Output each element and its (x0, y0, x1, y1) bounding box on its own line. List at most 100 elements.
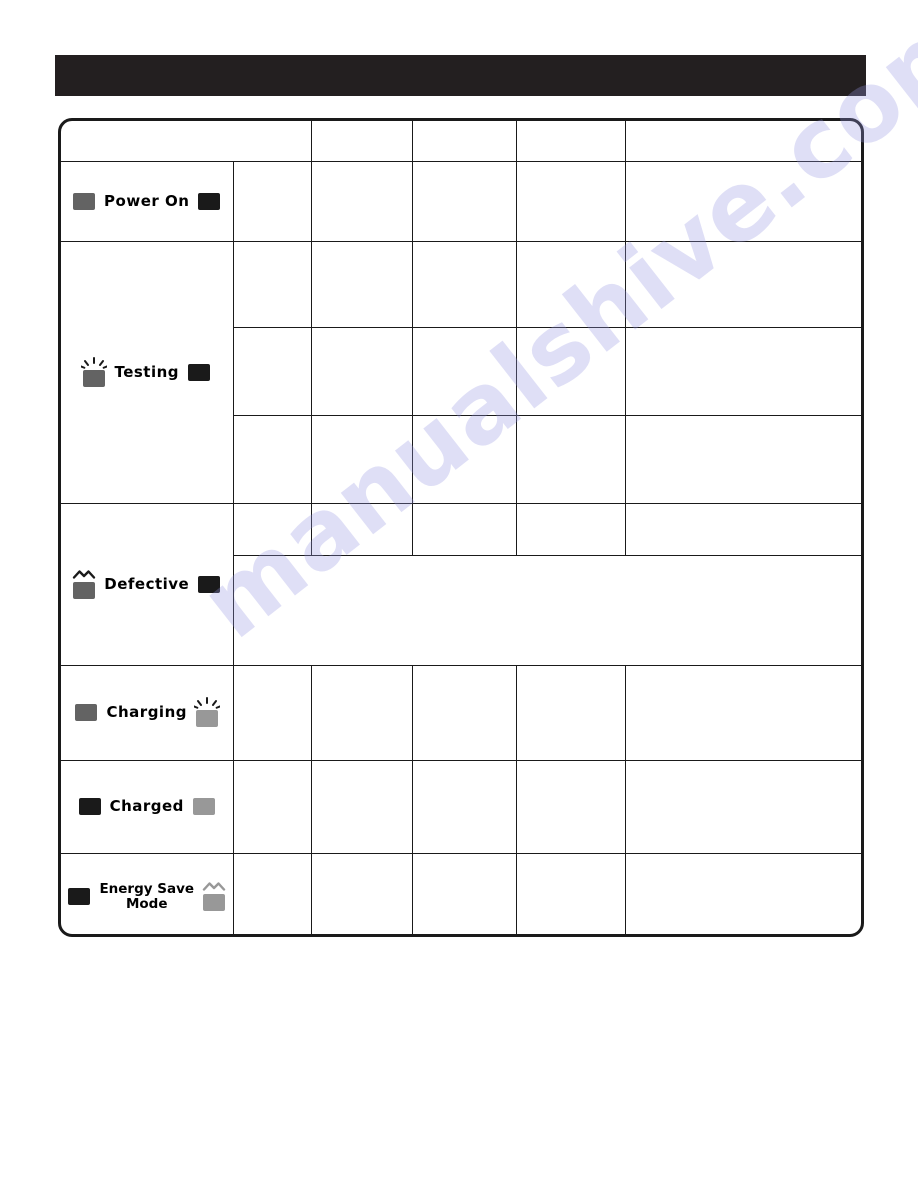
table-cell (515, 240, 626, 328)
led-chip-icon (73, 581, 96, 599)
table-cell (624, 160, 862, 242)
table-cell-text (234, 280, 311, 288)
column-header-4 (515, 121, 626, 162)
table-row: Charging (61, 664, 862, 761)
table-cell (411, 759, 517, 854)
led-right-defective (198, 575, 221, 593)
column-header-2-text (312, 137, 412, 145)
led-right-charging (194, 697, 220, 727)
table-cell (411, 664, 517, 761)
table-cell-text (234, 606, 862, 614)
table-cell-text (234, 367, 311, 375)
table-cell-text (413, 709, 516, 717)
table-cell (515, 759, 626, 854)
table-cell-text (517, 525, 625, 533)
status-label-charged: Charged (61, 759, 234, 854)
table-cell-text (413, 525, 516, 533)
slow-blink-wave-icon (201, 881, 227, 893)
led-right-charged (192, 798, 215, 815)
table-row: Defective (61, 502, 862, 666)
slow-blink-wave-icon (71, 569, 97, 581)
flash-rays-icon (81, 356, 108, 369)
table-cell (411, 240, 517, 328)
table-cell-text (312, 455, 412, 463)
table-row: Power On (61, 160, 862, 242)
table-cell-text (234, 893, 311, 901)
table-cell (232, 502, 312, 556)
table-cell-text (312, 893, 412, 901)
table-cell-text (626, 280, 862, 288)
table-cell (515, 414, 626, 504)
page-header-bar (55, 55, 866, 96)
column-header-status (61, 121, 312, 162)
table-cell-text (312, 280, 412, 288)
column-header-2 (310, 121, 413, 162)
led-indicator-group-power-on: Power On (61, 192, 233, 210)
table-cell-text (517, 803, 625, 811)
led-chip-icon (78, 798, 101, 815)
table-cell-text (626, 367, 862, 375)
table-cell-text (413, 197, 516, 205)
led-chip-icon (73, 192, 96, 210)
led-right-testing (188, 363, 211, 381)
status-label-charging: Charging (61, 664, 234, 761)
led-indicator-group-energy-save-mode: Energy Save Mode (61, 881, 233, 912)
table-cell (624, 240, 862, 328)
table-cell-text (413, 455, 516, 463)
table-cell (515, 326, 626, 416)
table-cell-text (517, 709, 625, 717)
table-cell-text (413, 280, 516, 288)
table-cell-text (234, 197, 311, 205)
table-row: Energy Save Mode (61, 852, 862, 934)
table-cell (232, 160, 312, 242)
table-cell (310, 852, 413, 934)
led-left-charged (78, 798, 101, 815)
table-cell (624, 502, 862, 556)
status-label-energy-save-mode: Energy Save Mode (61, 852, 234, 934)
table-cell-text (312, 197, 412, 205)
led-chip-icon (196, 710, 218, 727)
led-indicator-group-charged: Charged (61, 798, 233, 815)
table-cell-text (517, 280, 625, 288)
table-cell (310, 160, 413, 242)
table-cell (233, 414, 312, 504)
table-cell-text (626, 455, 862, 463)
table-cell (310, 414, 413, 504)
table-cell (310, 502, 413, 556)
table-cell (411, 160, 517, 242)
table-cell (310, 240, 413, 328)
table-cell-text (312, 525, 412, 533)
table-cell (233, 326, 312, 416)
table-cell-text (626, 525, 862, 533)
table-cell (310, 759, 413, 854)
flash-rays-icon (194, 697, 220, 709)
led-left-power-on (73, 192, 96, 210)
column-header-status-text (61, 137, 311, 145)
table-cell (515, 160, 626, 242)
table-cell (310, 326, 413, 416)
table-cell-text (626, 709, 862, 717)
table-cell-text (517, 893, 625, 901)
table-cell (624, 326, 862, 416)
led-chip-icon (192, 798, 215, 815)
led-left-energy-save-mode (68, 888, 91, 906)
status-label-power-on: Power On (61, 160, 234, 242)
table-row: Charged (61, 759, 861, 854)
led-indicator-group-testing: Testing (61, 356, 233, 387)
led-left-testing (81, 356, 108, 387)
status-label-testing: Testing (61, 240, 234, 504)
table-cell-text (626, 893, 862, 901)
table-cell-text (626, 197, 862, 205)
column-header-3-text (413, 137, 516, 145)
table-cell-text (413, 803, 516, 811)
table-cell-text (312, 709, 412, 717)
table-cell (411, 414, 517, 504)
table-cell-text (234, 455, 311, 463)
table-cell-text (517, 455, 625, 463)
led-chip-icon (188, 363, 211, 381)
table-cell-text (234, 709, 311, 717)
led-right-power-on (198, 192, 221, 210)
table-cell-text (312, 367, 412, 375)
table-row: Testing (61, 240, 862, 504)
led-status-table: Power On Testing Defective Charging Char… (58, 118, 864, 937)
